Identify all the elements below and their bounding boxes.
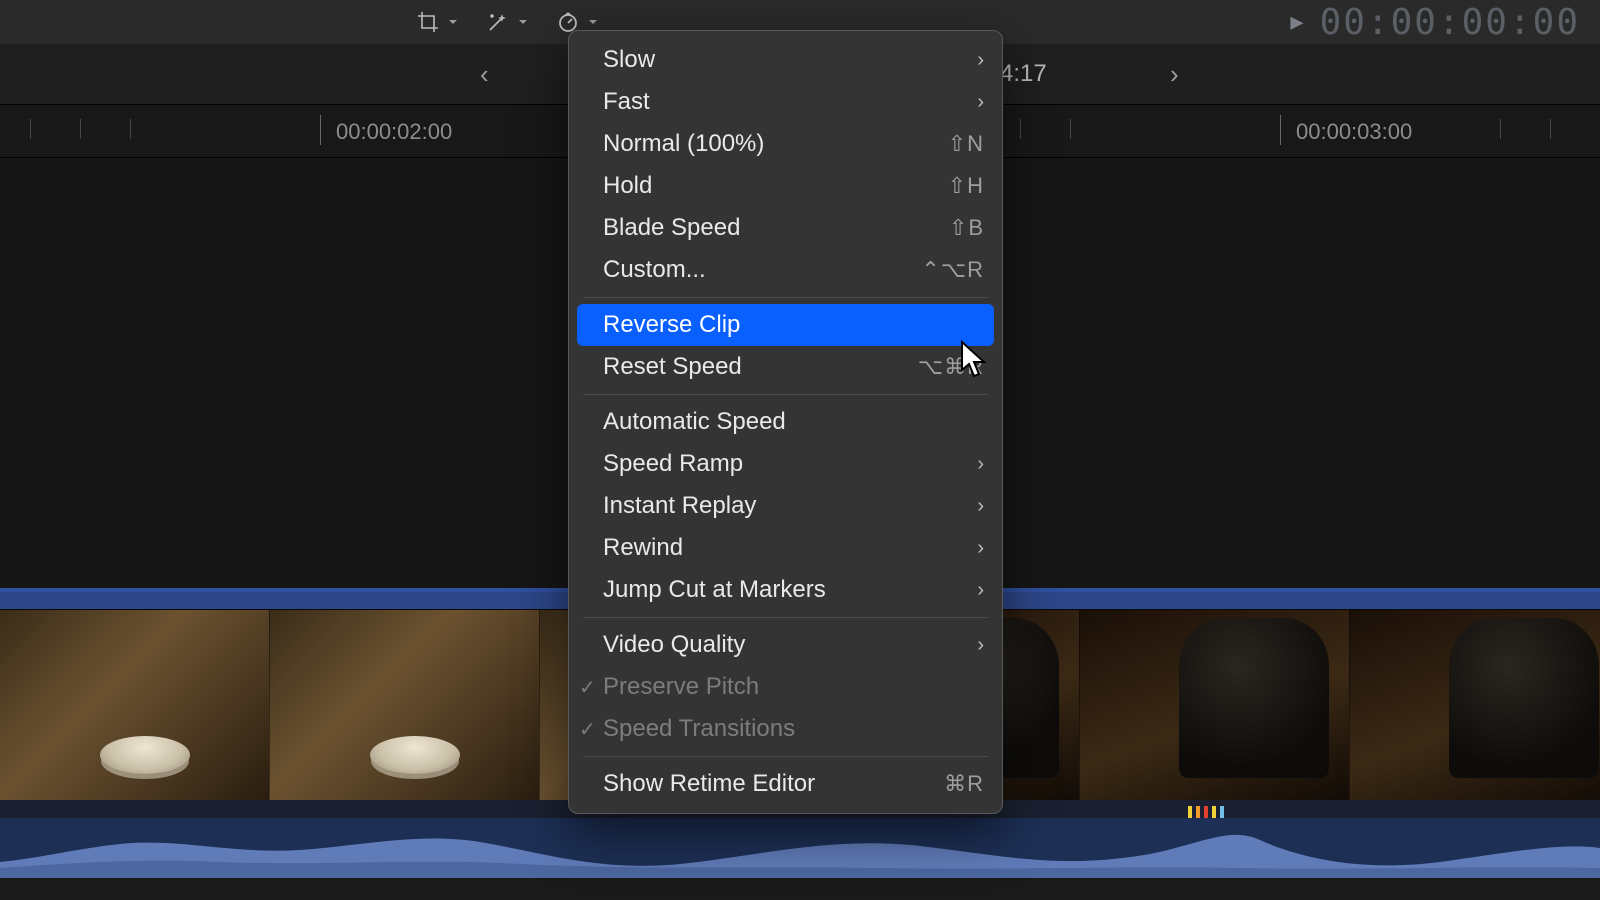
clip-thumbnail bbox=[1350, 610, 1600, 800]
menu-item-video-quality[interactable]: Video Quality› bbox=[569, 624, 1002, 666]
menu-item-show-retime-editor[interactable]: Show Retime Editor⌘R bbox=[569, 763, 1002, 805]
menu-item-reset-speed[interactable]: Reset Speed⌥⌘R bbox=[569, 346, 1002, 388]
menu-item-preserve-pitch[interactable]: ✓ Preserve Pitch bbox=[569, 666, 1002, 708]
crop-tool-caret-icon[interactable] bbox=[446, 15, 460, 29]
chevron-right-icon: › bbox=[977, 453, 984, 476]
menu-item-label: Jump Cut at Markers bbox=[603, 576, 977, 604]
retime-menu[interactable]: Slow›Fast›Normal (100%)⇧NHold⇧HBlade Spe… bbox=[568, 30, 1003, 814]
audio-waveform[interactable] bbox=[0, 818, 1600, 878]
menu-item-shortcut: ⇧H bbox=[948, 173, 984, 199]
menu-item-normal-100[interactable]: Normal (100%)⇧N bbox=[569, 123, 1002, 165]
menu-item-instant-replay[interactable]: Instant Replay› bbox=[569, 485, 1002, 527]
menu-separator bbox=[583, 617, 988, 618]
menu-item-shortcut: ⌥⌘R bbox=[918, 354, 984, 380]
ruler-tick-label: 00:00:03:00 bbox=[1296, 119, 1412, 145]
menu-item-label: Reverse Clip bbox=[603, 311, 984, 339]
menu-item-blade-speed[interactable]: Blade Speed⇧B bbox=[569, 207, 1002, 249]
chevron-right-icon: › bbox=[977, 537, 984, 560]
menu-item-label: Show Retime Editor bbox=[603, 770, 944, 798]
menu-item-fast[interactable]: Fast› bbox=[569, 81, 1002, 123]
menu-item-jump-cut-at-markers[interactable]: Jump Cut at Markers› bbox=[569, 569, 1002, 611]
menu-item-shortcut: ⇧B bbox=[949, 215, 984, 241]
menu-item-hold[interactable]: Hold⇧H bbox=[569, 165, 1002, 207]
menu-item-speed-ramp[interactable]: Speed Ramp› bbox=[569, 443, 1002, 485]
chevron-right-icon: › bbox=[977, 91, 984, 114]
menu-item-label: Preserve Pitch bbox=[603, 673, 984, 701]
menu-item-label: Reset Speed bbox=[603, 353, 918, 381]
menu-item-label: Hold bbox=[603, 172, 948, 200]
menu-item-label: Instant Replay bbox=[603, 492, 977, 520]
menu-item-label: Video Quality bbox=[603, 631, 977, 659]
menu-item-shortcut: ⌘R bbox=[944, 771, 984, 797]
menu-separator bbox=[583, 756, 988, 757]
next-clip-arrow-icon[interactable]: › bbox=[1170, 59, 1179, 90]
check-icon: ✓ bbox=[579, 717, 596, 742]
clip-thumbnail bbox=[270, 610, 540, 800]
chevron-right-icon: › bbox=[977, 49, 984, 72]
enhance-tool-icon[interactable] bbox=[484, 8, 512, 36]
menu-separator bbox=[583, 394, 988, 395]
retime-tool-caret-icon[interactable] bbox=[586, 15, 600, 29]
menu-item-label: Fast bbox=[603, 88, 977, 116]
chevron-right-icon: › bbox=[977, 495, 984, 518]
enhance-tool-caret-icon[interactable] bbox=[516, 15, 530, 29]
menu-item-automatic-speed[interactable]: Automatic Speed bbox=[569, 401, 1002, 443]
chevron-right-icon: › bbox=[977, 634, 984, 657]
timecode-display: ▶ 00:00:00:00 bbox=[1290, 2, 1580, 43]
menu-item-rewind[interactable]: Rewind› bbox=[569, 527, 1002, 569]
menu-item-label: Automatic Speed bbox=[603, 408, 984, 436]
menu-separator bbox=[583, 297, 988, 298]
menu-item-reverse-clip[interactable]: Reverse Clip bbox=[577, 304, 994, 346]
menu-item-label: Rewind bbox=[603, 534, 977, 562]
ruler-tick-label: 00:00:02:00 bbox=[336, 119, 452, 145]
timecode-value: 00:00:00:00 bbox=[1320, 2, 1580, 43]
menu-item-shortcut: ⌃⌥R bbox=[921, 257, 984, 283]
check-icon: ✓ bbox=[579, 675, 596, 700]
menu-item-label: Blade Speed bbox=[603, 214, 949, 242]
clip-thumbnail bbox=[0, 610, 270, 800]
menu-item-label: Speed Ramp bbox=[603, 450, 977, 478]
menu-item-slow[interactable]: Slow› bbox=[569, 39, 1002, 81]
menu-item-label: Custom... bbox=[603, 256, 921, 284]
clip-thumbnail bbox=[1080, 610, 1350, 800]
menu-item-label: Slow bbox=[603, 46, 977, 74]
clip-nav-label: 4:17 bbox=[1000, 60, 1047, 88]
play-indicator-icon: ▶ bbox=[1290, 10, 1305, 35]
prev-clip-arrow-icon[interactable]: ‹ bbox=[480, 59, 489, 90]
menu-item-label: Speed Transitions bbox=[603, 715, 984, 743]
menu-item-shortcut: ⇧N bbox=[948, 131, 984, 157]
menu-item-custom[interactable]: Custom...⌃⌥R bbox=[569, 249, 1002, 291]
chevron-right-icon: › bbox=[977, 579, 984, 602]
menu-item-label: Normal (100%) bbox=[603, 130, 948, 158]
crop-tool-icon[interactable] bbox=[414, 8, 442, 36]
menu-item-speed-transitions[interactable]: ✓ Speed Transitions bbox=[569, 708, 1002, 750]
